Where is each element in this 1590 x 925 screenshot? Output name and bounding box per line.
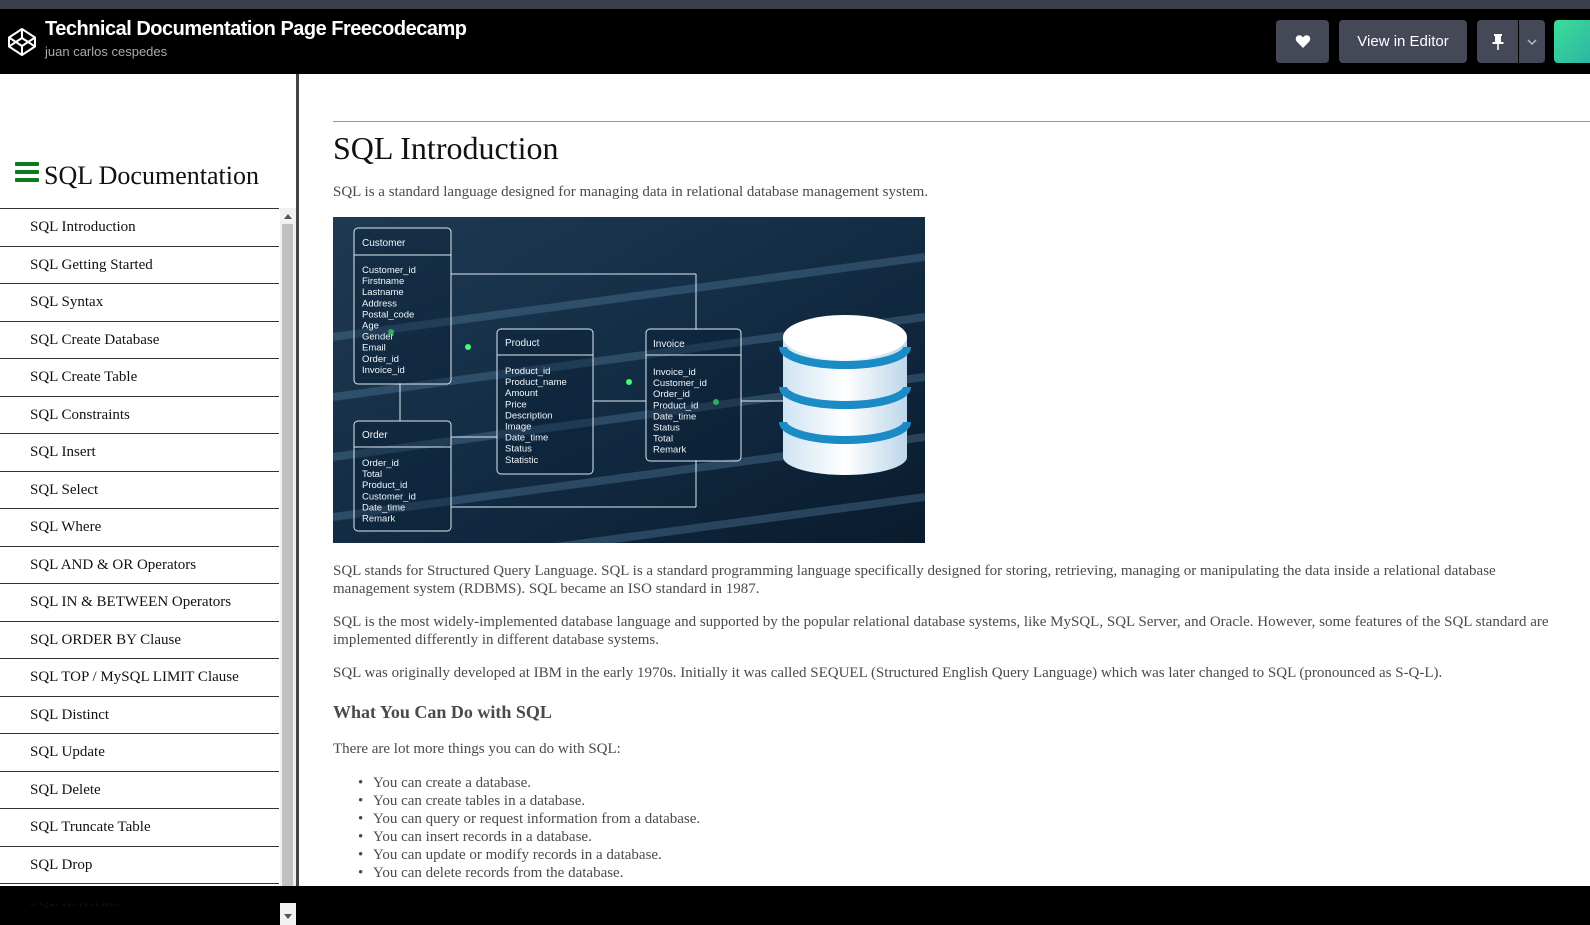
diagram-field: Remark xyxy=(653,445,687,456)
list-item: You can insert records in a database. xyxy=(358,828,700,846)
pin-options-button[interactable] xyxy=(1519,20,1545,63)
nav-link[interactable]: SQL Delete xyxy=(0,770,279,809)
navbar: SQL Documentation SQL Introduction SQL Ge… xyxy=(0,74,296,925)
window-top-strip xyxy=(0,0,1590,9)
nav-link[interactable]: SQL Select xyxy=(0,470,279,509)
diagram-field: Product_name xyxy=(505,377,567,388)
intro-paragraph: SQL is a standard language designed for … xyxy=(333,184,929,200)
chevron-down-icon xyxy=(1527,38,1537,45)
user-avatar[interactable] xyxy=(1554,20,1590,63)
diagram-field: Status xyxy=(505,444,532,455)
section-divider xyxy=(333,121,1590,122)
diagram-field: Customer_id xyxy=(362,491,416,502)
codepen-logo-icon[interactable] xyxy=(7,27,37,57)
diagram-table-name: Invoice xyxy=(653,339,685,350)
diagram-field: Status xyxy=(653,423,680,434)
nav-link[interactable]: SQL Insert xyxy=(0,433,279,471)
capabilities-list: You can create a database.You can create… xyxy=(358,774,700,882)
pin-icon xyxy=(1492,33,1503,50)
diagram-field: Invoice_id xyxy=(653,367,696,378)
diagram-table-name: Order xyxy=(362,430,388,441)
diagram-field: Lastname xyxy=(362,287,404,298)
nav-link[interactable]: SQL Introduction xyxy=(0,208,279,246)
codepen-header: Technical Documentation Page Freecodecam… xyxy=(0,9,1590,74)
diagram-field: Product_id xyxy=(653,400,698,411)
diagram-field: Remark xyxy=(362,514,396,525)
diagram-field: Product_id xyxy=(362,480,407,491)
nav-link-list: SQL Introduction SQL Getting Started SQL S… xyxy=(0,208,279,925)
diagram-field: Total xyxy=(362,469,382,480)
diagram-table-name: Product xyxy=(505,338,540,349)
nav-link[interactable]: SQL Truncate Table xyxy=(0,808,279,846)
nav-link[interactable]: SQL Constraints xyxy=(0,395,279,434)
diagram-field: Invoice_id xyxy=(362,365,405,376)
capabilities-intro: There are lot more things you can do wit… xyxy=(333,741,621,757)
diagram-field: Date_time xyxy=(505,433,548,444)
sql-history-paragraph: SQL was originally developed at IBM in t… xyxy=(333,665,1443,681)
nav-link[interactable]: SQL Create Table xyxy=(0,358,279,396)
diagram-table-name: Customer xyxy=(362,238,406,249)
scroll-down-arrow-icon[interactable] xyxy=(284,914,292,919)
nav-link[interactable]: SQL Update xyxy=(0,733,279,771)
heart-button[interactable] xyxy=(1276,20,1329,63)
diagram-field: Firstname xyxy=(362,276,404,287)
list-item: You can create a database. xyxy=(358,774,700,792)
window-bottom-strip xyxy=(0,886,1590,903)
nav-link[interactable]: SQL IN & BETWEEN Operators xyxy=(0,583,279,621)
diagram-field: Statistic xyxy=(505,455,539,466)
list-item: You can create tables in a database. xyxy=(358,792,700,810)
diagram-field: Product_id xyxy=(505,366,550,377)
pin-button[interactable] xyxy=(1477,20,1518,63)
nav-link[interactable]: SQL Where xyxy=(0,508,279,546)
nav-link[interactable]: SQL Distinct xyxy=(0,695,279,734)
nav-link[interactable]: SQL TOP / MySQL LIMIT Clause xyxy=(0,658,279,696)
diagram-field: Order_id xyxy=(362,354,399,365)
diagram-field: Postal_code xyxy=(362,309,414,320)
sql-definition-paragraph: SQL stands for Structured Query Language… xyxy=(333,563,1496,597)
main-doc: SQL Introduction SQL is a standard langu… xyxy=(299,74,1590,886)
diagram-field: Email xyxy=(362,343,386,354)
subsection-heading: What You Can Do with SQL xyxy=(333,702,552,722)
diagram-field: Order_id xyxy=(362,458,399,469)
nav-link[interactable]: SQL Getting Started xyxy=(0,245,279,284)
nav-link[interactable]: SQL Drop xyxy=(0,845,279,884)
diagram-field: Amount xyxy=(505,388,538,399)
list-item: You can query or request information fro… xyxy=(358,810,700,828)
diagram-field: Customer_id xyxy=(362,265,416,276)
diagram-field: Customer_id xyxy=(653,378,707,389)
nav-link[interactable]: SQL Syntax xyxy=(0,283,279,321)
list-item: You can delete records from the database… xyxy=(358,864,700,882)
scroll-up-arrow-icon[interactable] xyxy=(284,214,292,219)
nav-link[interactable]: SQL ORDER BY Clause xyxy=(0,620,279,659)
diagram-field: Date_time xyxy=(653,411,696,422)
diagram-field: Total xyxy=(653,434,673,445)
diagram-field: Address xyxy=(362,298,397,309)
nav-header: SQL Documentation xyxy=(44,161,259,190)
nav-link[interactable]: SQL AND & OR Operators xyxy=(0,545,279,584)
diagram-field: Date_time xyxy=(362,502,405,513)
list-item: You can update or modify records in a da… xyxy=(358,846,700,864)
sql-support-paragraph: SQL is the most widely-implemented datab… xyxy=(333,614,1549,648)
database-diagram-image: CustomerCustomer_idFirstnameLastnameAddr… xyxy=(333,217,925,543)
diagram-field: Price xyxy=(505,399,527,410)
heart-icon xyxy=(1295,35,1310,48)
diagram-field: Gender xyxy=(362,332,394,343)
view-in-editor-button[interactable]: View in Editor xyxy=(1339,20,1467,63)
section-heading: SQL Introduction xyxy=(333,130,559,166)
pen-author[interactable]: juan carlos cespedes xyxy=(45,44,167,59)
diagram-field: Age xyxy=(362,321,379,332)
nav-link[interactable]: SQL Create Database xyxy=(0,320,279,359)
diagram-field: Description xyxy=(505,410,553,421)
scrollbar-thumb[interactable] xyxy=(282,224,293,892)
pen-title[interactable]: Technical Documentation Page Freecodecam… xyxy=(45,18,467,41)
diagram-field: Order_id xyxy=(653,389,690,400)
sidebar-scrollbar[interactable] xyxy=(280,208,296,925)
diagram-field: Image xyxy=(505,422,531,433)
hamburger-menu-icon[interactable] xyxy=(15,162,39,182)
